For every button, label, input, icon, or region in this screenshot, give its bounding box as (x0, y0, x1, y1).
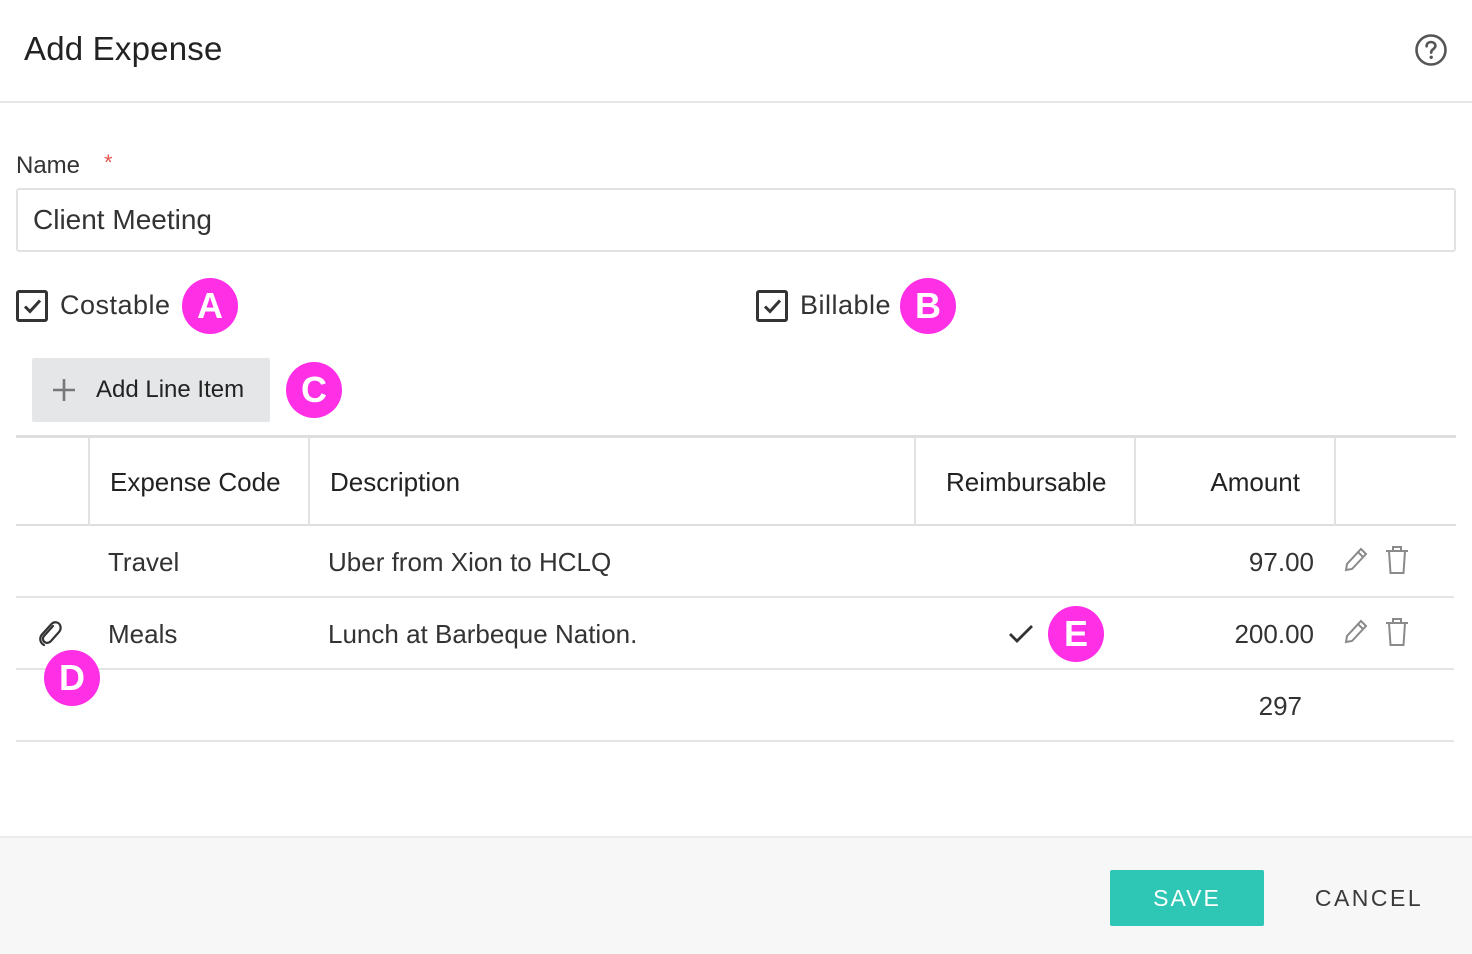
annotation-badge-a: A (182, 278, 238, 334)
column-divider (914, 438, 916, 526)
add-line-item-label: Add Line Item (96, 376, 245, 403)
annotation-badge-d: D (44, 650, 100, 706)
amount-cell: 97.00 (1248, 547, 1314, 577)
reimbursable-check-icon (1009, 625, 1033, 643)
edit-pencil-icon[interactable] (1340, 544, 1370, 576)
expense-code-cell: Meals (108, 619, 178, 649)
required-marker: * (104, 150, 113, 175)
billable-checkbox[interactable] (756, 290, 788, 322)
delete-trash-icon[interactable] (1382, 616, 1412, 648)
checkmark-icon (763, 299, 782, 314)
name-label: Name (16, 152, 81, 179)
table-row: Meals Lunch at Barbeque Nation. 200.00 (16, 598, 1454, 670)
annotation-badge-c: C (286, 362, 342, 418)
help-circle-icon[interactable] (1414, 33, 1448, 67)
save-button[interactable]: SAVE (1110, 870, 1264, 926)
table-row: Travel Uber from Xion to HCLQ 97.00 (16, 526, 1454, 598)
total-amount: 297 (1258, 691, 1302, 721)
header-description[interactable]: Description (330, 438, 460, 527)
description-cell: Uber from Xion to HCLQ (328, 547, 612, 577)
annotation-badge-b: B (900, 278, 956, 334)
name-input[interactable] (16, 188, 1456, 252)
header-amount[interactable]: Amount (1156, 438, 1300, 527)
checkmark-icon (23, 299, 42, 314)
column-divider (1334, 438, 1336, 526)
expense-code-cell: Travel (108, 547, 180, 577)
cancel-button[interactable]: CANCEL (1296, 870, 1442, 926)
edit-pencil-icon[interactable] (1340, 616, 1370, 648)
dialog-header: Add Expense (0, 0, 1472, 103)
billable-label[interactable]: Billable (800, 290, 891, 321)
total-row: 297 (16, 670, 1454, 742)
costable-checkbox[interactable] (16, 290, 48, 322)
delete-trash-icon[interactable] (1382, 544, 1412, 576)
annotation-badge-e: E (1048, 606, 1104, 662)
amount-cell: 200.00 (1234, 619, 1314, 649)
paperclip-attachment-icon[interactable] (36, 618, 64, 648)
plus-icon (53, 379, 75, 401)
costable-label[interactable]: Costable (60, 290, 171, 321)
dialog-title: Add Expense (24, 30, 223, 67)
description-cell: Lunch at Barbeque Nation. (328, 619, 638, 649)
add-line-item-button[interactable]: Add Line Item (32, 358, 270, 422)
header-reimbursable[interactable]: Reimbursable (946, 438, 1106, 527)
header-expense-code[interactable]: Expense Code (110, 438, 281, 527)
column-divider (308, 438, 310, 526)
column-divider (88, 438, 90, 526)
column-divider (1134, 438, 1136, 526)
table-header: Expense Code Description Reimbursable Am… (16, 435, 1456, 526)
